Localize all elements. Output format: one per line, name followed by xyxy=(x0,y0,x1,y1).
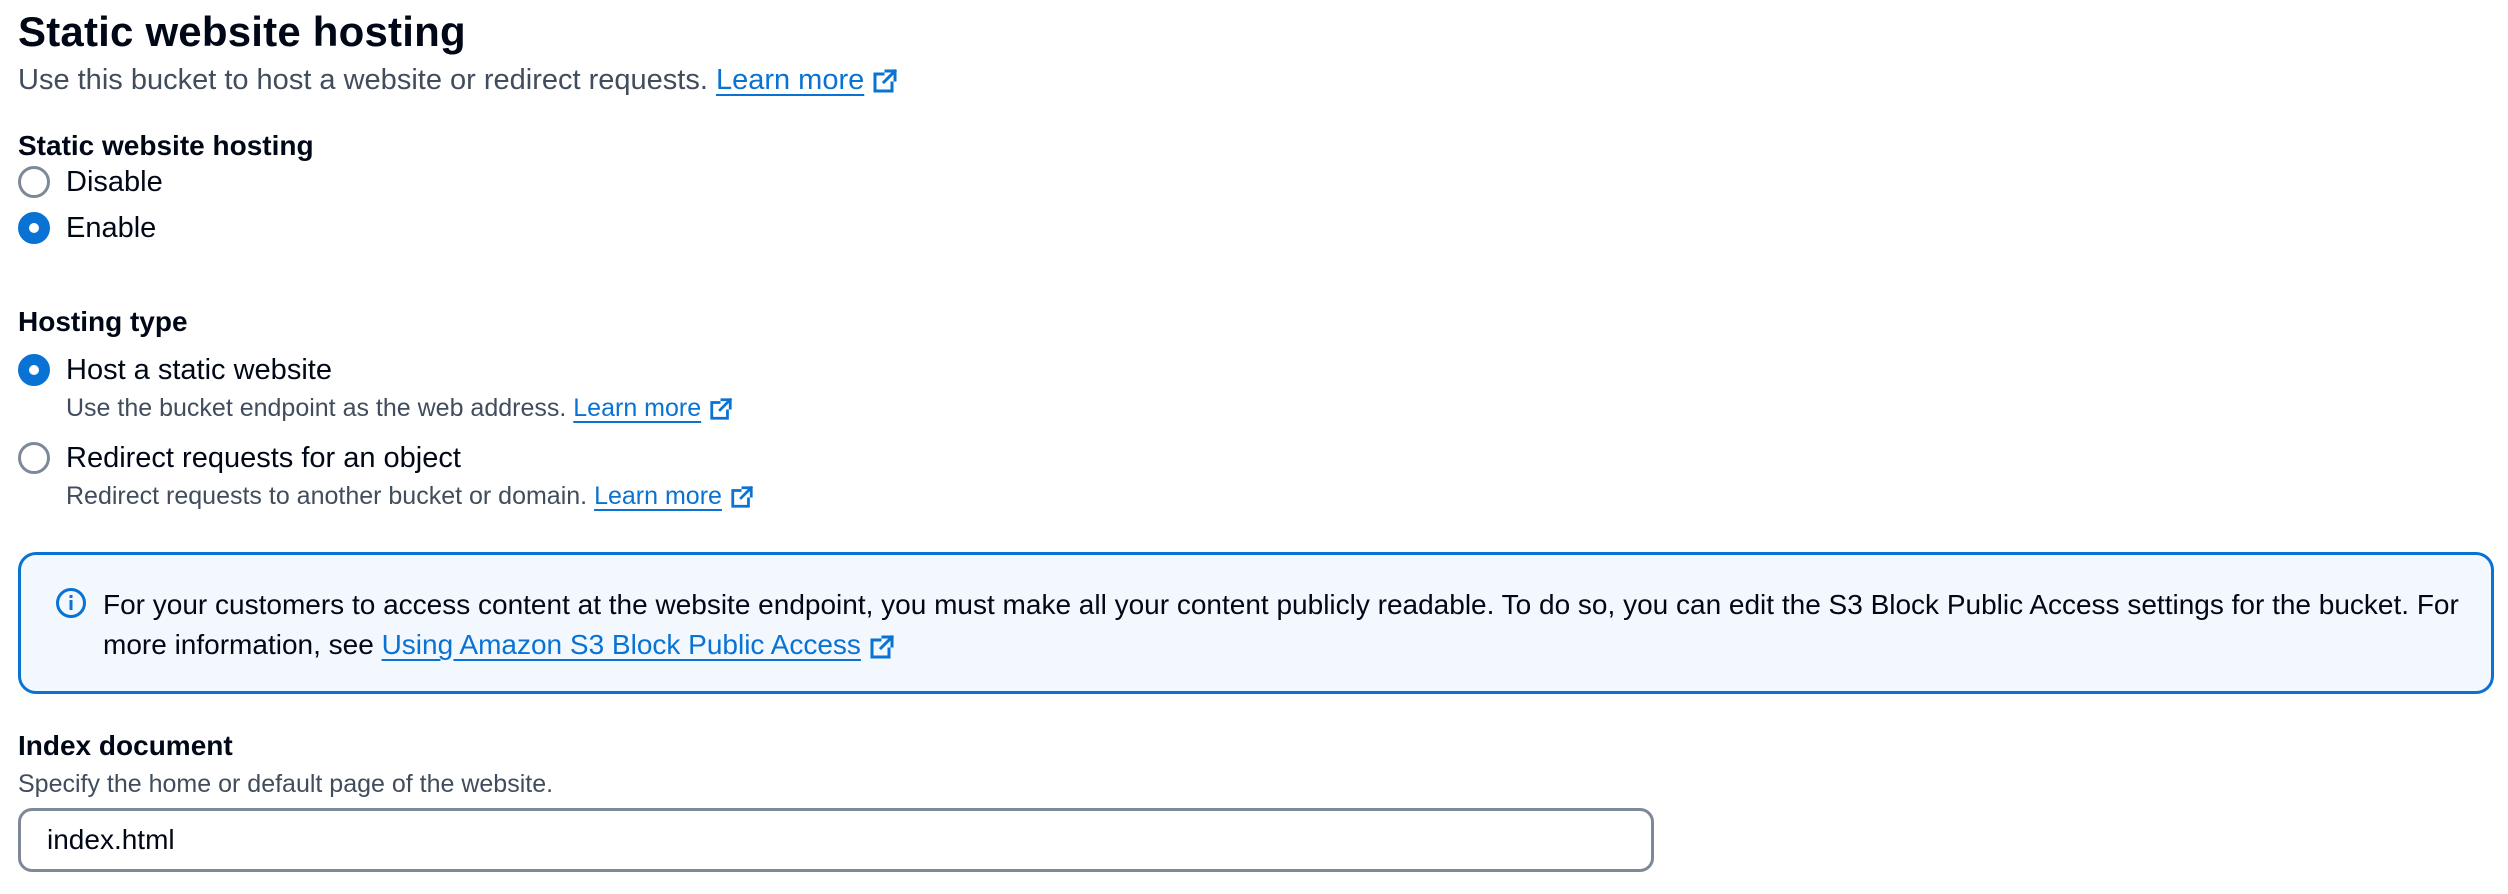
block-public-access-label: Using Amazon S3 Block Public Access xyxy=(381,629,861,660)
static-website-hosting-panel: Static website hosting Use this bucket t… xyxy=(0,0,2508,894)
page-title: Static website hosting xyxy=(18,8,466,55)
info-icon xyxy=(56,588,86,618)
index-document-description: Specify the home or default page of the … xyxy=(18,770,554,798)
disable-radio[interactable] xyxy=(18,166,50,198)
external-link-icon[interactable] xyxy=(709,397,733,421)
external-link-icon[interactable] xyxy=(872,68,898,94)
external-link-icon[interactable] xyxy=(869,634,895,660)
learn-more-link[interactable]: Learn more xyxy=(716,64,864,96)
index-document-input[interactable] xyxy=(18,808,1654,872)
enable-radio[interactable] xyxy=(18,212,50,244)
redirect-learn-more-link[interactable]: Learn more xyxy=(594,482,722,510)
alert-message: For your customers to access content at … xyxy=(103,585,2463,665)
external-link-icon[interactable] xyxy=(730,485,754,509)
redirect-learn-more-label: Learn more xyxy=(594,482,722,510)
block-public-access-link[interactable]: Using Amazon S3 Block Public Access xyxy=(382,629,861,660)
host-static-website-desc-text: Use the bucket endpoint as the web addre… xyxy=(66,394,567,422)
disable-radio-label[interactable]: Disable xyxy=(66,166,163,199)
enable-radio-label[interactable]: Enable xyxy=(66,212,156,245)
redirect-requests-desc-text: Redirect requests to another bucket or d… xyxy=(66,482,588,510)
host-static-website-label[interactable]: Host a static website xyxy=(66,354,332,387)
index-document-label: Index document xyxy=(18,730,233,761)
host-static-website-radio[interactable] xyxy=(18,354,50,386)
page-description: Use this bucket to host a website or red… xyxy=(18,64,898,97)
redirect-requests-label[interactable]: Redirect requests for an object xyxy=(66,442,461,475)
page-description-text: Use this bucket to host a website or red… xyxy=(18,64,708,96)
host-learn-more-link[interactable]: Learn more xyxy=(573,394,701,422)
learn-more-label: Learn more xyxy=(715,64,865,96)
host-learn-more-label: Learn more xyxy=(573,394,702,422)
redirect-requests-radio[interactable] xyxy=(18,442,50,474)
hosting-field-label: Static website hosting xyxy=(18,130,314,161)
info-alert: For your customers to access content at … xyxy=(18,552,2494,694)
hosting-type-label: Hosting type xyxy=(18,306,188,337)
host-static-website-description: Use the bucket endpoint as the web addre… xyxy=(66,394,733,423)
redirect-requests-description: Redirect requests to another bucket or d… xyxy=(66,482,754,511)
